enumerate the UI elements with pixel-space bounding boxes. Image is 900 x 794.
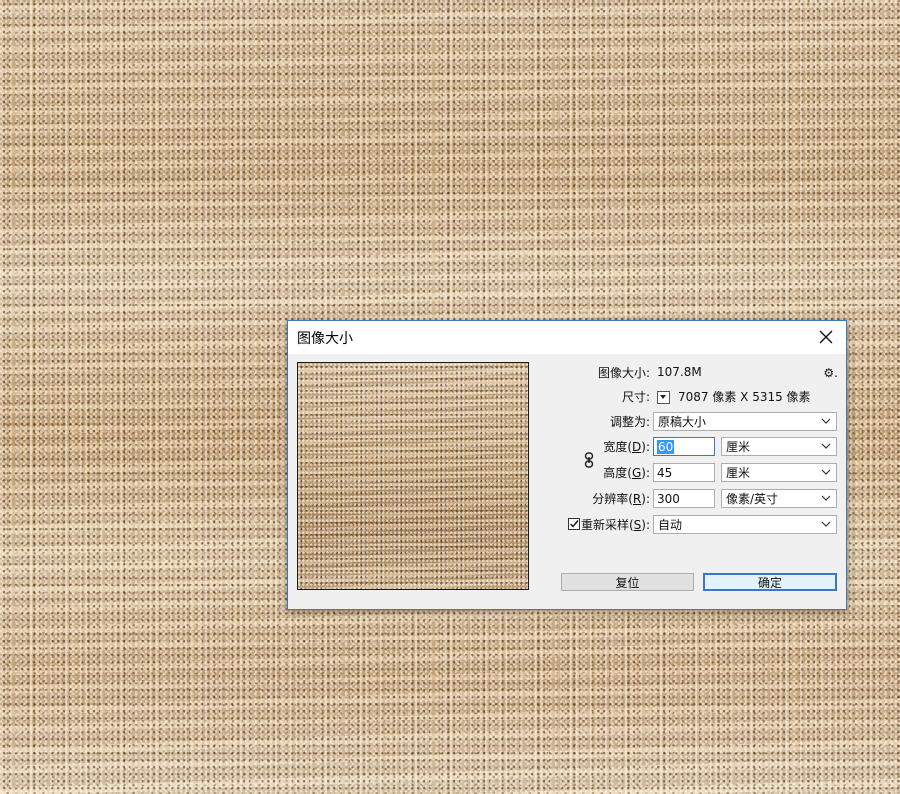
height-unit: 厘米 [726, 466, 751, 480]
image-size-value: 107.8M [657, 365, 702, 379]
width-unit-select[interactable]: 厘米 [721, 437, 837, 456]
height-value: 45 [657, 465, 673, 480]
reset-button-label: 复位 [615, 575, 640, 590]
width-unit: 厘米 [726, 440, 751, 454]
fit-to-select[interactable]: 原稿大小 [653, 412, 837, 431]
height-input[interactable]: 45 [653, 463, 715, 482]
close-icon[interactable] [816, 327, 836, 347]
ok-button[interactable]: 确定 [703, 573, 837, 591]
chevron-down-icon [821, 495, 831, 501]
dimensions-label: 尺寸: [621, 389, 650, 404]
width-label: 宽度(D): [603, 439, 650, 454]
image-size-dialog: 图像大小 图像大小: 107.8M ⚙. 尺寸: 7087 像素 X 5315 … [287, 320, 847, 610]
dialog-titlebar[interactable]: 图像大小 [288, 321, 846, 354]
image-size-row: 图像大小: 107.8M [288, 361, 846, 383]
chevron-down-icon [821, 443, 831, 449]
dimensions-value: 7087 像素 X 5315 像素 [678, 389, 811, 404]
dialog-title: 图像大小 [297, 330, 353, 347]
dimensions-row: 尺寸: 7087 像素 X 5315 像素 [288, 385, 846, 407]
dimensions-unit-dropdown[interactable] [657, 390, 670, 404]
ok-button-label: 确定 [757, 575, 782, 590]
chevron-down-icon [821, 469, 831, 475]
width-input[interactable]: 60 [653, 437, 715, 456]
height-label: 高度(G): [603, 465, 650, 480]
width-value: 60 [657, 439, 675, 454]
fit-to-value: 原稿大小 [658, 415, 707, 429]
image-size-label: 图像大小: [597, 365, 650, 380]
chevron-down-icon [821, 521, 831, 527]
fit-to-label: 调整为: [609, 414, 650, 429]
resample-method-select[interactable]: 自动 [653, 515, 837, 534]
reset-button[interactable]: 复位 [561, 573, 694, 591]
gear-icon[interactable]: ⚙. [823, 366, 838, 380]
resolution-value: 300 [657, 491, 680, 506]
resolution-unit-select[interactable]: 像素/英寸 [721, 489, 837, 508]
resample-label: 重新采样(S): [580, 517, 650, 532]
resolution-label: 分辨率(R): [592, 491, 650, 506]
resample-value: 自动 [658, 518, 683, 532]
dimensions-value-wrap: 7087 像素 X 5315 像素 [657, 388, 811, 405]
resolution-input[interactable]: 300 [653, 489, 715, 508]
chevron-down-icon [821, 418, 831, 424]
height-unit-select[interactable]: 厘米 [721, 463, 837, 482]
resolution-unit: 像素/英寸 [726, 492, 779, 506]
